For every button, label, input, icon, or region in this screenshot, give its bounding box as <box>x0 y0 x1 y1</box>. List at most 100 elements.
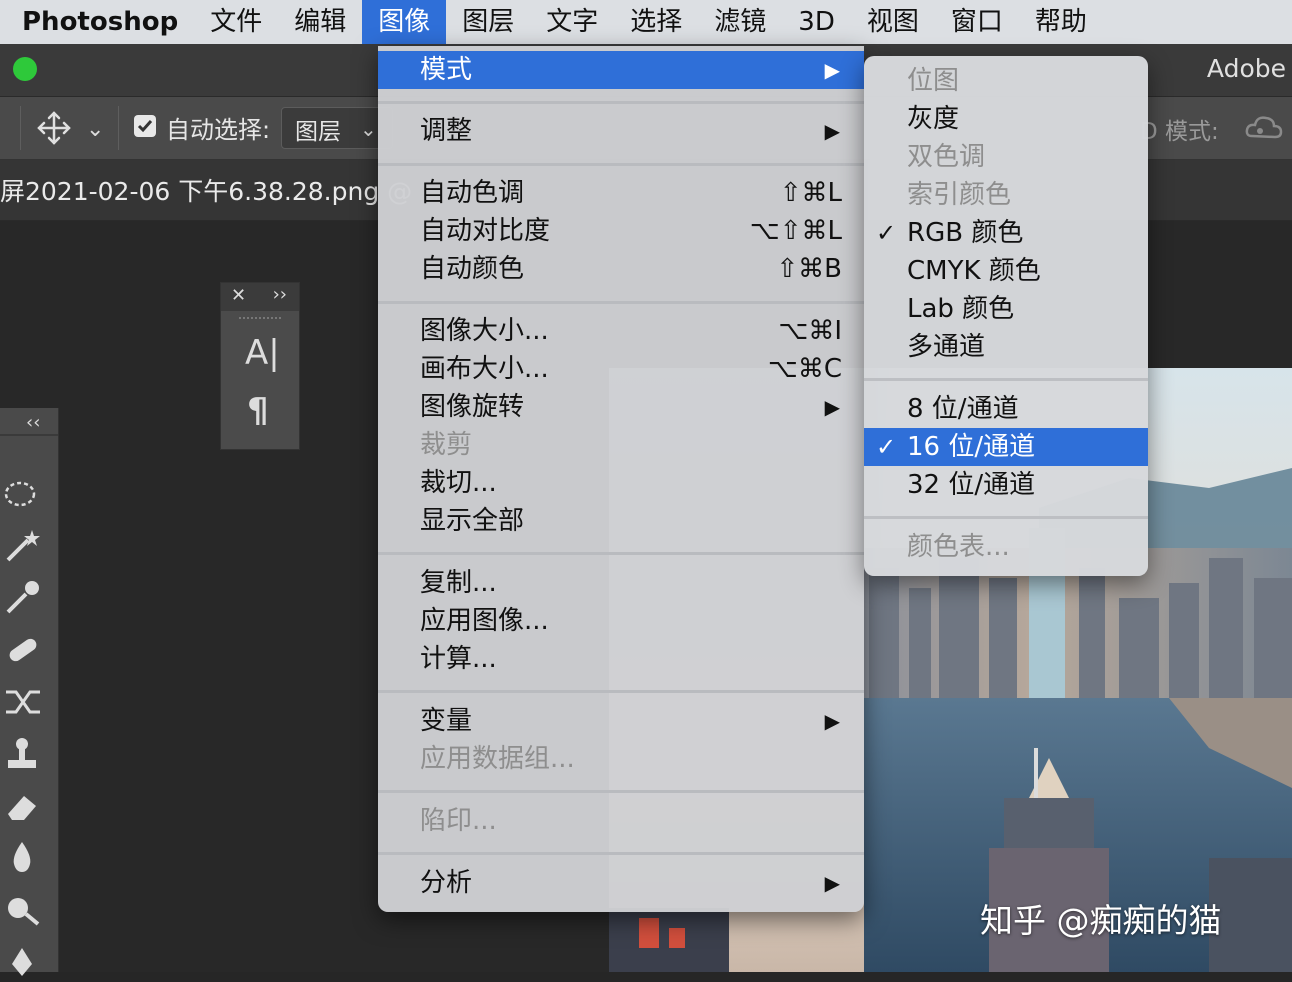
menu-item-apply-image[interactable]: 应用图像... <box>378 602 864 640</box>
menu-separator <box>378 790 864 793</box>
menu-item-auto-contrast[interactable]: 自动对比度 ⌥⇧⌘L <box>378 212 864 250</box>
submenu-item-label: 8 位/通道 <box>907 394 1019 424</box>
menu-item-variables[interactable]: 变量 ▶ <box>378 702 864 740</box>
menu-help[interactable]: 帮助 <box>1019 0 1103 44</box>
document-tab-title[interactable]: 屏2021-02-06 下午6.38.28.png @ <box>0 172 412 208</box>
menu-item-duplicate[interactable]: 复制... <box>378 564 864 602</box>
submenu-arrow-icon: ▶ <box>824 119 840 143</box>
menu-select[interactable]: 选择 <box>614 0 698 44</box>
menu-view[interactable]: 视图 <box>851 0 935 44</box>
submenu-item-label: Lab 颜色 <box>907 294 1015 324</box>
menu-filter[interactable]: 滤镜 <box>698 0 782 44</box>
expand-panel-icon[interactable]: ›› <box>273 284 287 305</box>
elliptical-marquee-tool-icon[interactable] <box>2 474 48 514</box>
submenu-item-grayscale[interactable]: 灰度 <box>864 100 1148 138</box>
menu-separator <box>378 101 864 104</box>
submenu-item-16-bit[interactable]: ✓ 16 位/通道 <box>864 428 1148 466</box>
paragraph-panel-icon[interactable]: ¶ <box>247 391 269 431</box>
chevron-down-icon: ⌄ <box>360 117 377 141</box>
panel-header: ✕ ›› <box>221 283 299 311</box>
image-menu-dropdown: 模式 ▶ 调整 ▶ 自动色调 ⇧⌘L 自动对比度 ⌥⇧⌘L 自动颜色 ⇧⌘B 图像大小..… <box>378 46 864 912</box>
menu-separator <box>378 690 864 693</box>
menu-separator <box>864 378 1148 381</box>
submenu-item-bitmap: 位图 <box>864 62 1148 100</box>
submenu-item-label: 颜色表... <box>907 532 1010 562</box>
eyedropper-tool-icon[interactable] <box>2 578 48 618</box>
menu-item-auto-color[interactable]: 自动颜色 ⇧⌘B <box>378 250 864 288</box>
menu-item-label: 计算... <box>420 644 497 674</box>
menu-item-reveal-all[interactable]: 显示全部 <box>378 502 864 540</box>
menu-item-label: 自动色调 <box>420 178 525 208</box>
zoom-window-button[interactable] <box>13 57 37 81</box>
menu-item-shortcut: ⇧⌘B <box>776 254 842 284</box>
menu-item-label: 复制... <box>420 568 497 598</box>
menu-item-mode[interactable]: 模式 ▶ <box>378 51 864 89</box>
system-menubar: Photoshop 文件 编辑 图像 图层 文字 选择 滤镜 3D 视图 窗口 … <box>0 0 1292 44</box>
eraser-tool-icon[interactable] <box>2 786 48 826</box>
menu-item-apply-data-set: 应用数据组... <box>378 740 864 778</box>
blur-tool-icon[interactable] <box>2 838 48 878</box>
menu-3d[interactable]: 3D <box>782 0 851 44</box>
menu-window[interactable]: 窗口 <box>935 0 1019 44</box>
submenu-arrow-icon: ▶ <box>824 871 840 895</box>
content-aware-move-tool-icon[interactable] <box>2 682 48 722</box>
menu-item-label: 调整 <box>420 116 473 146</box>
tools-panel: ‹‹ <box>0 408 59 976</box>
close-icon[interactable]: ✕ <box>231 285 246 306</box>
menu-item-image-size[interactable]: 图像大小... ⌥⌘I <box>378 312 864 350</box>
menu-item-adjustments[interactable]: 调整 ▶ <box>378 112 864 150</box>
submenu-item-label: CMYK 颜色 <box>907 256 1041 286</box>
menu-image[interactable]: 图像 <box>362 0 447 44</box>
submenu-item-multichannel[interactable]: 多通道 <box>864 328 1148 366</box>
menu-item-canvas-size[interactable]: 画布大小... ⌥⌘C <box>378 350 864 388</box>
menu-item-image-rotation[interactable]: 图像旋转 ▶ <box>378 388 864 426</box>
submenu-item-rgb-color[interactable]: ✓ RGB 颜色 <box>864 214 1148 252</box>
character-panel-icon[interactable]: A| <box>245 333 280 373</box>
menu-item-label: 自动颜色 <box>420 254 525 284</box>
clone-stamp-tool-icon[interactable] <box>2 734 48 774</box>
menu-item-analysis[interactable]: 分析 ▶ <box>378 864 864 902</box>
panel-grip[interactable] <box>239 317 281 325</box>
menu-item-shortcut: ⌥⌘I <box>778 316 842 346</box>
menu-item-auto-tone[interactable]: 自动色调 ⇧⌘L <box>378 174 864 212</box>
submenu-arrow-icon: ▶ <box>824 709 840 733</box>
menu-item-calculations[interactable]: 计算... <box>378 640 864 678</box>
menu-item-trim[interactable]: 裁切... <box>378 464 864 502</box>
3d-orbit-icon[interactable] <box>1244 110 1284 144</box>
titlebar-adobe-text: Adobe <box>1206 54 1286 83</box>
move-tool-icon[interactable] <box>36 110 72 146</box>
healing-brush-tool-icon[interactable] <box>2 630 48 670</box>
submenu-item-label: 多通道 <box>907 332 986 362</box>
menu-item-label: 图像大小... <box>420 316 549 346</box>
magic-wand-tool-icon[interactable] <box>2 526 48 566</box>
menubar-app-name[interactable]: Photoshop <box>0 0 194 44</box>
menu-type[interactable]: 文字 <box>530 0 614 44</box>
menu-item-label: 模式 <box>420 55 473 85</box>
submenu-item-8-bit[interactable]: 8 位/通道 <box>864 390 1148 428</box>
auto-select-checkbox[interactable] <box>134 115 156 137</box>
dodge-tool-icon[interactable] <box>2 890 48 930</box>
menu-item-trap: 陷印... <box>378 802 864 840</box>
options-divider <box>118 106 119 150</box>
menu-layer[interactable]: 图层 <box>446 0 530 44</box>
submenu-item-indexed-color: 索引颜色 <box>864 176 1148 214</box>
menu-item-shortcut: ⇧⌘L <box>779 178 842 208</box>
menu-edit[interactable]: 编辑 <box>278 0 362 44</box>
submenu-item-label: 16 位/通道 <box>907 432 1036 462</box>
submenu-item-label: RGB 颜色 <box>907 218 1024 248</box>
submenu-item-lab-color[interactable]: Lab 颜色 <box>864 290 1148 328</box>
submenu-item-label: 索引颜色 <box>907 180 1012 210</box>
options-divider <box>20 106 21 150</box>
pen-tool-icon[interactable] <box>2 942 48 982</box>
submenu-item-cmyk-color[interactable]: CMYK 颜色 <box>864 252 1148 290</box>
submenu-item-color-table: 颜色表... <box>864 528 1148 566</box>
menu-item-label: 变量 <box>420 706 473 736</box>
menu-file[interactable]: 文件 <box>194 0 278 44</box>
3d-mode-label: D 模式: <box>1140 119 1219 145</box>
menu-item-label: 自动对比度 <box>420 216 551 246</box>
menu-item-label: 显示全部 <box>420 506 525 536</box>
menu-separator <box>378 852 864 855</box>
tool-preset-chevron-icon[interactable]: ⌄ <box>86 117 104 142</box>
collapse-toolbar-icon[interactable]: ‹‹ <box>26 412 40 433</box>
submenu-item-32-bit[interactable]: 32 位/通道 <box>864 466 1148 504</box>
